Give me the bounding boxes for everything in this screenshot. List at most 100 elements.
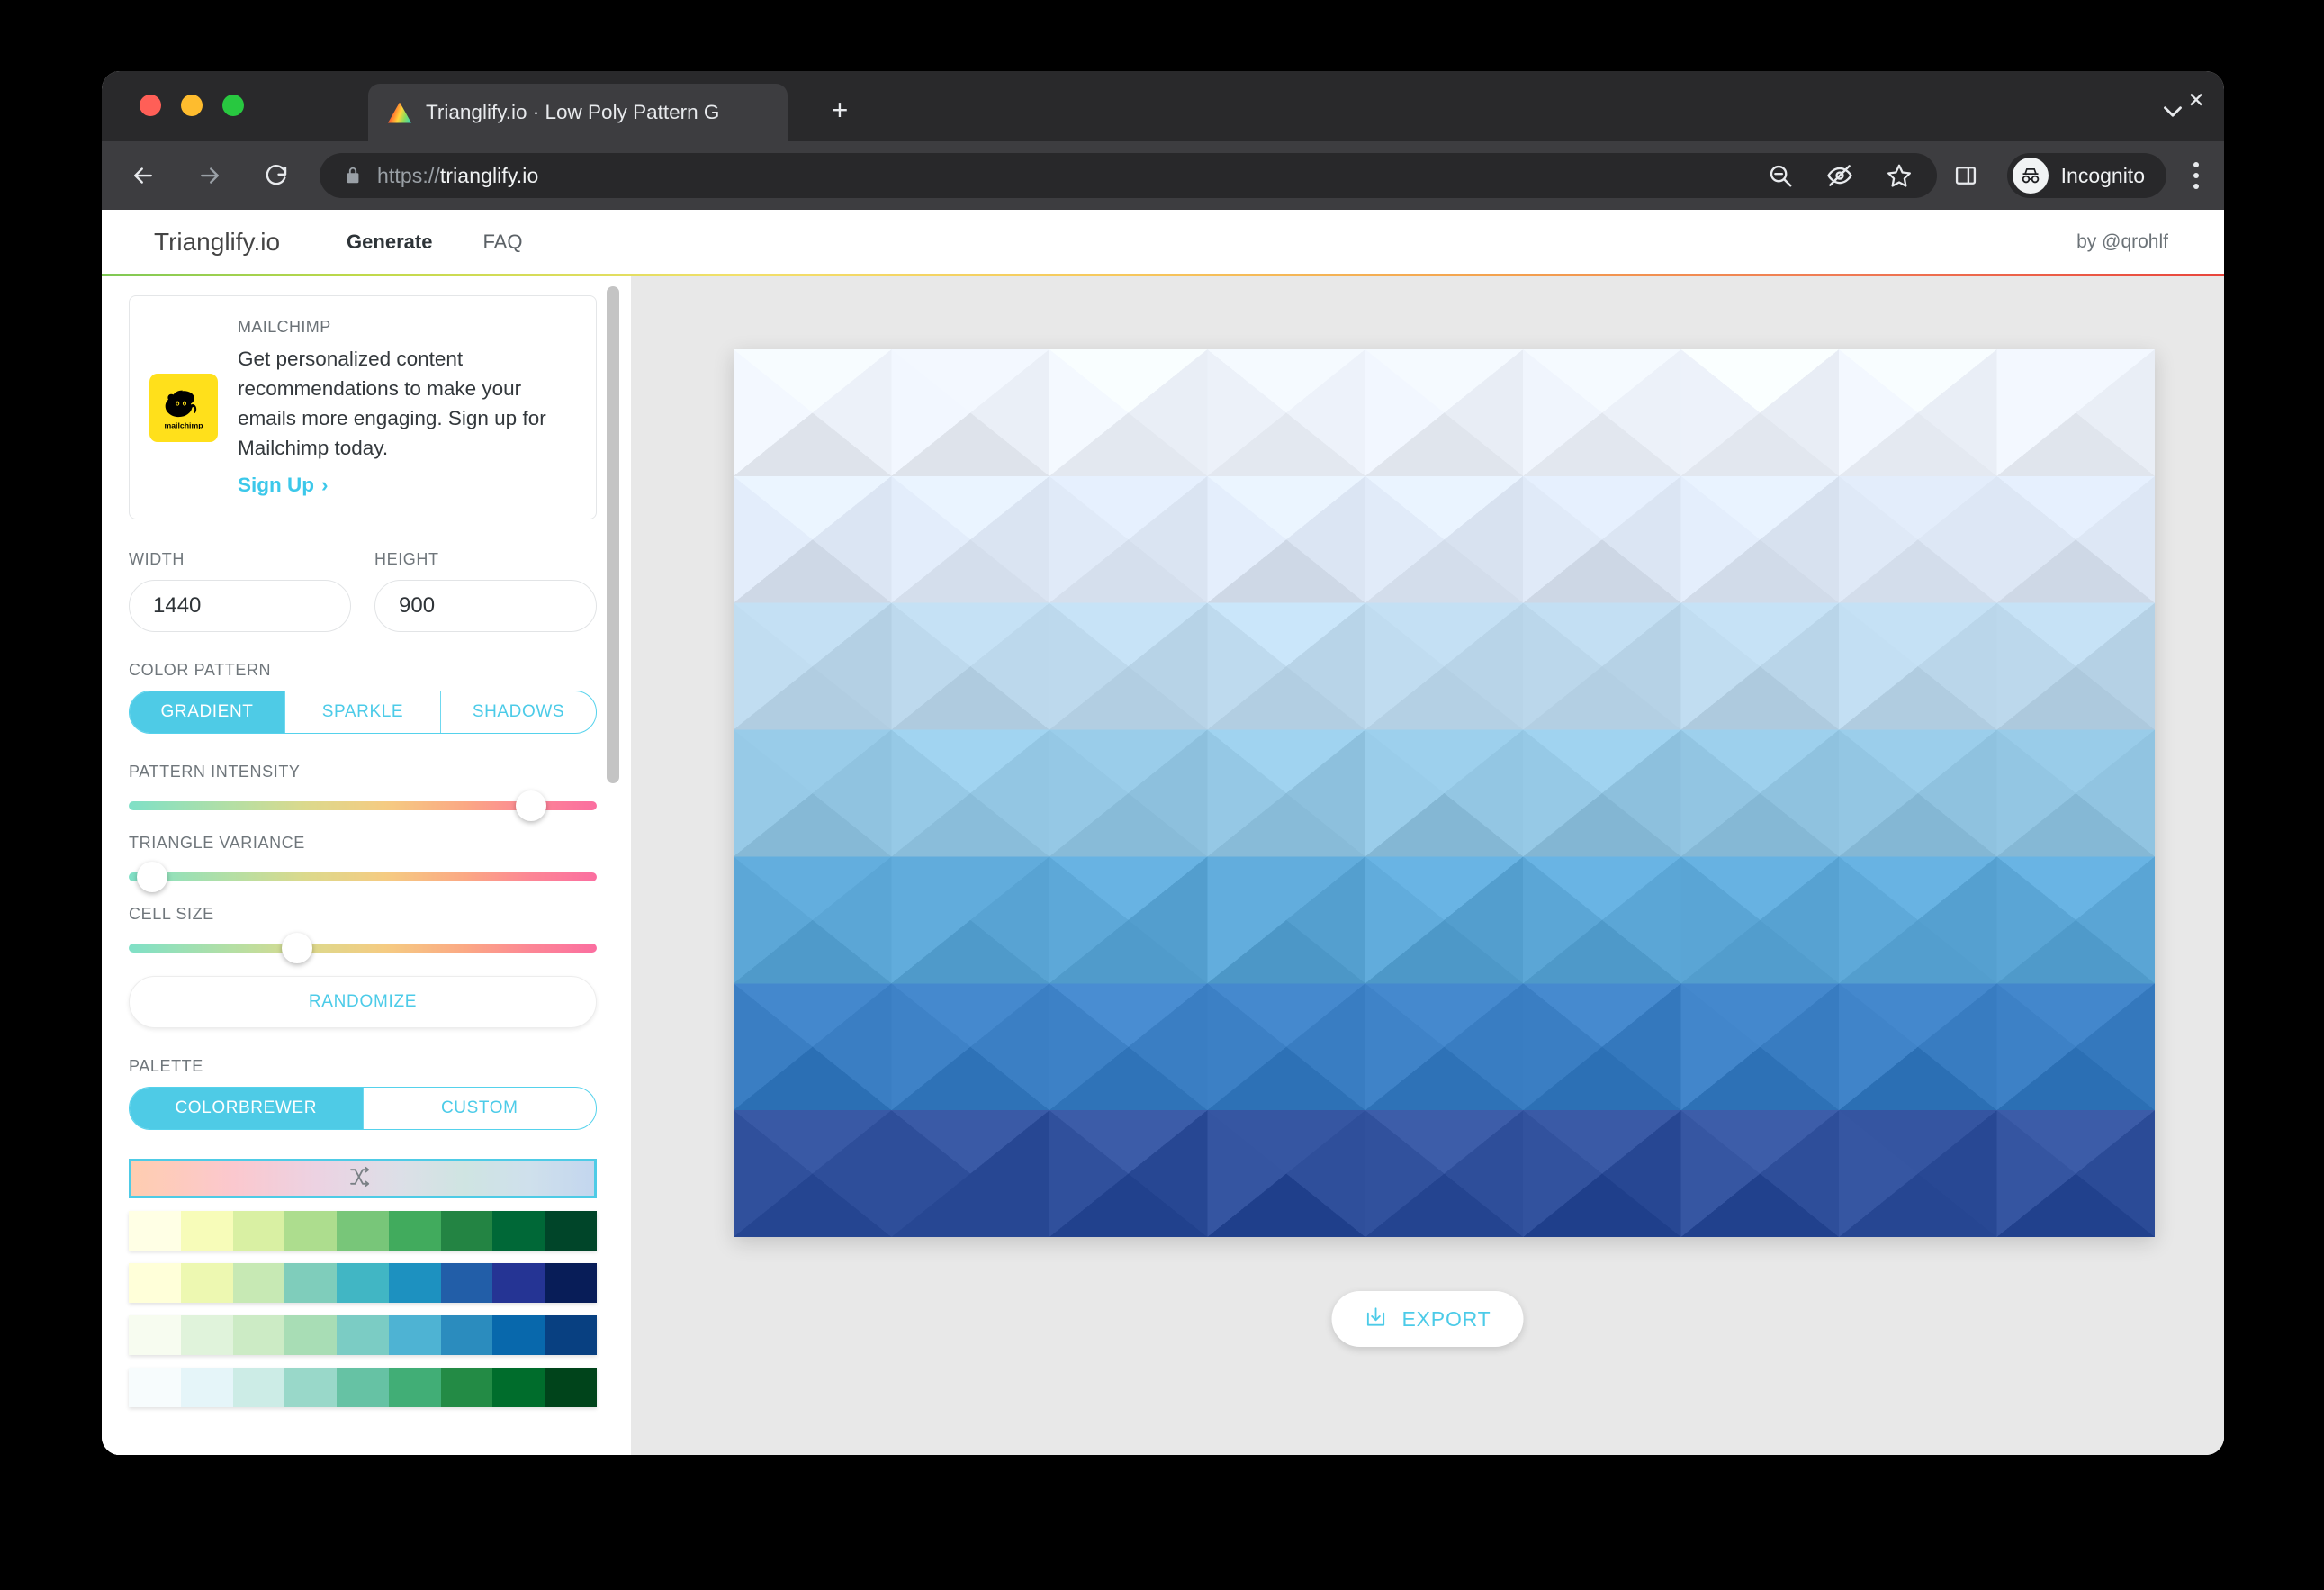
export-label: EXPORT bbox=[1401, 1306, 1491, 1331]
chevron-right-icon: › bbox=[321, 474, 329, 496]
new-tab-button[interactable]: + bbox=[822, 93, 858, 129]
palette-swatch-bugn[interactable] bbox=[129, 1368, 598, 1407]
swatch-color bbox=[284, 1263, 338, 1303]
pattern-svg bbox=[734, 349, 2155, 1237]
width-input[interactable] bbox=[129, 580, 351, 632]
triangle-variance-thumb[interactable] bbox=[137, 862, 167, 892]
swatch-color bbox=[337, 1368, 389, 1407]
swatch-color bbox=[388, 1263, 441, 1303]
mailchimp-ad-card[interactable]: mailchimp MAILCHIMP Get personalized con… bbox=[129, 295, 597, 519]
swatch-color bbox=[284, 1315, 338, 1355]
ad-cta-label: Sign Up bbox=[238, 474, 314, 496]
mailchimp-ad-body: MAILCHIMP Get personalized content recom… bbox=[238, 318, 574, 497]
dimensions-row: WIDTH HEIGHT bbox=[129, 550, 597, 632]
color-pattern-option-sparkle[interactable]: SPARKLE bbox=[285, 691, 441, 733]
swatch-color bbox=[440, 1211, 493, 1251]
pattern-intensity-thumb[interactable] bbox=[516, 790, 547, 821]
tab-title: Trianglify.io · Low Poly Pattern G bbox=[426, 101, 720, 123]
minimize-window-button[interactable] bbox=[181, 95, 203, 116]
height-field-group: HEIGHT bbox=[374, 550, 597, 632]
triangle-variance-label: TRIANGLE VARIANCE bbox=[129, 834, 305, 852]
close-window-button[interactable] bbox=[140, 95, 161, 116]
swatch-color bbox=[545, 1315, 598, 1355]
swatch-color bbox=[492, 1263, 545, 1303]
palette-segmented-control: COLORBREWER CUSTOM bbox=[129, 1087, 597, 1130]
eye-off-icon[interactable] bbox=[1824, 159, 1856, 192]
swatch-color bbox=[129, 1211, 181, 1251]
download-icon bbox=[1365, 1305, 1388, 1333]
ad-text: Get personalized content recommendations… bbox=[238, 348, 546, 459]
swatch-color bbox=[180, 1368, 233, 1407]
author-byline[interactable]: by @qrohlf bbox=[2076, 231, 2168, 253]
star-icon[interactable] bbox=[1883, 159, 1915, 192]
cell-size-thumb[interactable] bbox=[282, 933, 313, 963]
palette-swatch-gnbu[interactable] bbox=[129, 1315, 598, 1355]
swatch-color bbox=[180, 1315, 233, 1355]
swatch-color bbox=[180, 1263, 233, 1303]
width-label: WIDTH bbox=[129, 550, 185, 568]
pattern-intensity-group: PATTERN INTENSITY bbox=[129, 763, 597, 821]
palette-option-custom[interactable]: CUSTOM bbox=[364, 1088, 597, 1129]
trianglify-triangle-icon bbox=[388, 102, 411, 123]
swatch-color bbox=[440, 1263, 493, 1303]
tab-strip: Trianglify.io · Low Poly Pattern G ✕ + bbox=[102, 71, 2224, 141]
side-panel-icon[interactable] bbox=[1950, 159, 1982, 192]
browser-tab[interactable]: Trianglify.io · Low Poly Pattern G bbox=[368, 84, 788, 141]
palette-option-colorbrewer[interactable]: COLORBREWER bbox=[130, 1088, 364, 1129]
swatch-color bbox=[492, 1211, 545, 1251]
sidebar-scrollbar-thumb[interactable] bbox=[607, 286, 619, 783]
nav-item-faq[interactable]: FAQ bbox=[482, 230, 522, 254]
incognito-profile-button[interactable]: Incognito bbox=[2006, 153, 2166, 198]
swatch-color bbox=[545, 1211, 598, 1251]
swatch-color bbox=[337, 1315, 389, 1355]
swatch-color bbox=[545, 1263, 598, 1303]
swatch-color bbox=[440, 1368, 493, 1407]
random-palette-swatch[interactable] bbox=[129, 1159, 597, 1198]
mailchimp-signup-link[interactable]: Sign Up › bbox=[238, 474, 329, 497]
color-pattern-label: COLOR PATTERN bbox=[129, 661, 272, 679]
pattern-intensity-slider[interactable] bbox=[129, 790, 597, 821]
color-pattern-option-shadows[interactable]: SHADOWS bbox=[441, 691, 596, 733]
swatch-color bbox=[232, 1263, 285, 1303]
omnibox-action-icons bbox=[1764, 159, 1924, 192]
three-dot-menu-icon[interactable] bbox=[2192, 162, 2201, 189]
site-header: Trianglify.io Generate FAQ by @qrohlf bbox=[102, 210, 2224, 276]
browser-toolbar: https://trianglify.io Incognito bbox=[102, 141, 2224, 210]
site-brand[interactable]: Trianglify.io bbox=[154, 228, 280, 257]
swatch-color bbox=[284, 1211, 338, 1251]
forward-arrow-icon[interactable] bbox=[194, 159, 226, 192]
triangle-variance-slider[interactable] bbox=[129, 862, 597, 892]
cell-size-slider[interactable] bbox=[129, 933, 597, 963]
toolbar-right-actions: Incognito bbox=[1950, 153, 2224, 198]
reload-icon[interactable] bbox=[260, 159, 293, 192]
swatch-color bbox=[232, 1211, 285, 1251]
palette-swatch-ylgnbu[interactable] bbox=[129, 1263, 598, 1303]
color-pattern-option-gradient[interactable]: GRADIENT bbox=[130, 691, 285, 733]
width-field-group: WIDTH bbox=[129, 550, 351, 632]
nav-item-generate[interactable]: Generate bbox=[347, 230, 432, 254]
back-arrow-icon[interactable] bbox=[127, 159, 159, 192]
palette-swatch-ylgn[interactable] bbox=[129, 1211, 598, 1251]
swatch-color bbox=[180, 1211, 233, 1251]
swatch-color bbox=[129, 1368, 181, 1407]
trianglify-pattern-canvas[interactable] bbox=[734, 349, 2155, 1237]
randomize-button[interactable]: RANDOMIZE bbox=[129, 976, 597, 1028]
export-button[interactable]: EXPORT bbox=[1331, 1291, 1524, 1347]
incognito-icon bbox=[2012, 158, 2049, 194]
swatch-color bbox=[492, 1368, 545, 1407]
zoom-out-icon[interactable] bbox=[1764, 159, 1797, 192]
body-split: mailchimp MAILCHIMP Get personalized con… bbox=[102, 276, 2224, 1455]
maximize-window-button[interactable] bbox=[222, 95, 244, 116]
swatch-color bbox=[492, 1315, 545, 1355]
swatch-color bbox=[388, 1368, 441, 1407]
sidebar-scrollbar[interactable] bbox=[606, 281, 620, 1455]
preview-area: EXPORT bbox=[631, 276, 2224, 1455]
svg-text:mailchimp: mailchimp bbox=[164, 420, 203, 429]
incognito-label: Incognito bbox=[2060, 163, 2145, 187]
chevron-down-icon[interactable] bbox=[2157, 96, 2188, 127]
height-input[interactable] bbox=[374, 580, 597, 632]
swatch-color bbox=[388, 1211, 441, 1251]
palette-swatch-list bbox=[129, 1211, 598, 1407]
address-bar[interactable]: https://trianglify.io bbox=[320, 153, 1937, 198]
window-traffic-lights bbox=[140, 95, 244, 116]
